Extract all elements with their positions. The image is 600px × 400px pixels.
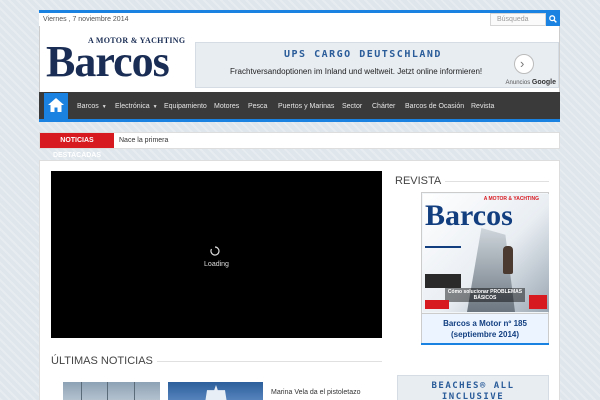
latest-news-title: ÚLTIMAS NOTICIAS xyxy=(51,355,157,367)
video-loading-text: Loading xyxy=(204,261,229,268)
top-bar: Viernes , 7 noviembre 2014 Búsqueda xyxy=(39,10,560,26)
sidebar-ad-text: BEACHES® ALL INCLUSIVE xyxy=(431,381,515,400)
breaking-news-ticker[interactable]: Nace la primera xyxy=(119,133,168,148)
revista-title: REVISTA xyxy=(395,175,446,187)
breaking-news-label: NOTICIAS DESTACADAS xyxy=(40,133,114,159)
magazine-cover[interactable]: A MOTOR & YACHTING Barcos Cómo soluciona… xyxy=(421,192,549,314)
cover-masthead: Barcos xyxy=(425,199,513,232)
caption-underline xyxy=(421,343,549,345)
main-nav: Barcos ▼ Electrónica ▼ Equipamiento Motore… xyxy=(39,92,560,122)
sidebar-ad-banner[interactable]: BEACHES® ALL INCLUSIVE xyxy=(397,375,549,400)
nav-item-barcos-de-ocasion[interactable]: Barcos de Ocasión xyxy=(405,92,464,119)
nav-item-puertos-y-marinas[interactable]: Puertos y Marinas xyxy=(278,92,334,119)
ad-title[interactable]: UPS CARGO DEUTSCHLAND xyxy=(284,49,442,60)
header-ad-banner[interactable]: UPS CARGO DEUTSCHLAND Frachtversandoptio… xyxy=(195,42,559,88)
nav-item-equipamiento[interactable]: Equipamiento xyxy=(164,92,207,119)
video-player[interactable]: Loading xyxy=(51,171,382,338)
nav-item-pesca[interactable]: Pesca xyxy=(248,92,267,119)
nav-item-sector[interactable]: Sector xyxy=(342,92,362,119)
caret-down-icon: ▼ xyxy=(152,104,158,110)
main-content: Loading ÚLTIMAS NOTICIAS Marina Vela da … xyxy=(39,160,560,400)
ad-next-button[interactable]: › xyxy=(514,54,534,74)
loading-spinner-icon xyxy=(210,246,220,256)
nav-item-electronica[interactable]: Electrónica ▼ xyxy=(115,92,158,119)
current-date: Viernes , 7 noviembre 2014 xyxy=(43,16,129,23)
breaking-news-bar: NOTICIAS DESTACADAS Nace la primera xyxy=(39,132,560,159)
news-thumbnail[interactable] xyxy=(63,382,160,400)
nav-item-revista[interactable]: Revista xyxy=(471,92,494,119)
search-button[interactable] xyxy=(546,13,560,26)
caret-down-icon: ▼ xyxy=(101,104,107,110)
nav-item-motores[interactable]: Motores xyxy=(214,92,239,119)
magazine-date: (septiembre 2014) xyxy=(450,330,520,339)
site-header: A MOTOR & YACHTING Barcos UPS CARGO DEUT… xyxy=(39,26,560,92)
home-icon xyxy=(48,98,64,112)
magazine-issue: Barcos a Motor nº 185 xyxy=(443,319,527,328)
home-button[interactable] xyxy=(44,93,68,119)
ad-text: Frachtversandoptionen im Inland und welt… xyxy=(230,67,483,76)
search-icon xyxy=(549,15,557,23)
logo-name: Barcos xyxy=(46,37,170,86)
news-item-title[interactable]: Marina Vela da el pistoletazo xyxy=(271,389,361,396)
cover-headline: Cómo solucionar PROBLEMAS BÁSICOS xyxy=(445,288,525,302)
nav-item-barcos[interactable]: Barcos ▼ xyxy=(77,92,107,119)
nav-item-charter[interactable]: Chárter xyxy=(372,92,395,119)
magazine-caption[interactable]: Barcos a Motor nº 185 (septiembre 2014) xyxy=(421,314,549,344)
magazine-cover-image: A MOTOR & YACHTING Barcos Cómo soluciona… xyxy=(423,194,549,312)
site-logo[interactable]: A MOTOR & YACHTING Barcos xyxy=(46,36,185,86)
ad-attribution: Anuncios Google xyxy=(505,79,556,86)
search-input[interactable]: Búsqueda xyxy=(490,13,546,26)
news-thumbnail[interactable] xyxy=(168,382,263,400)
chevron-right-icon: › xyxy=(520,56,525,71)
